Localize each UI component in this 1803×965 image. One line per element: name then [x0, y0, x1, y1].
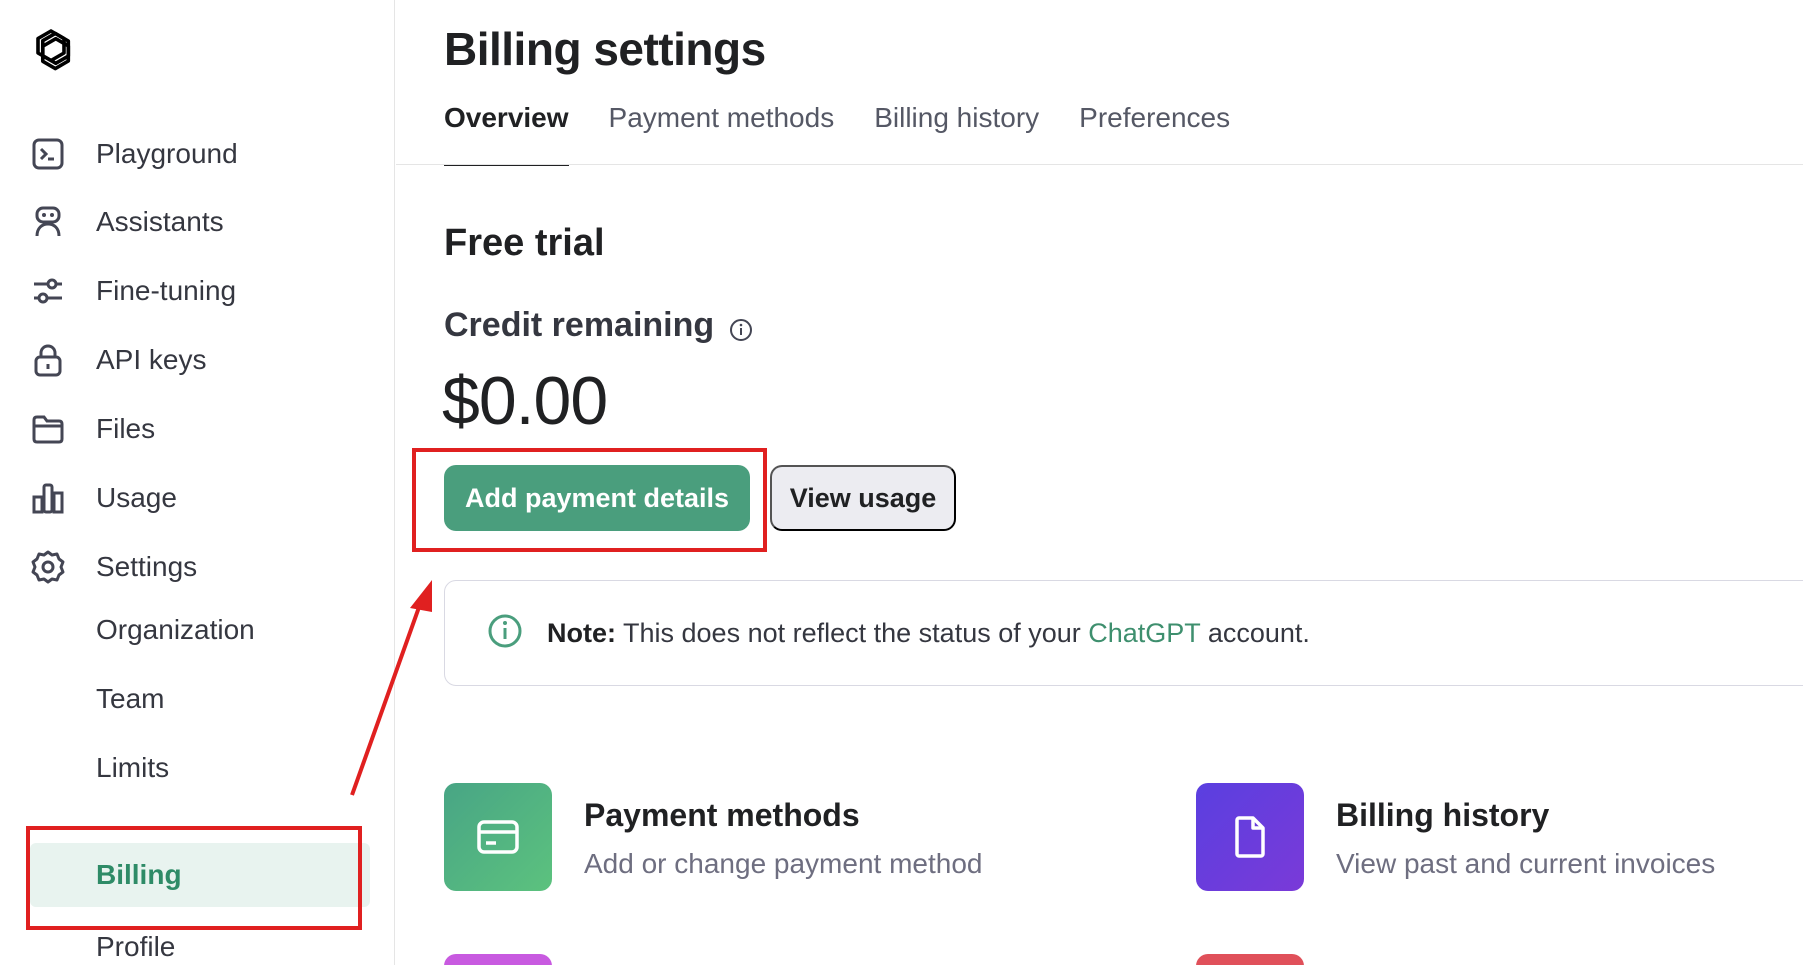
section-title: Free trial — [444, 222, 605, 264]
card-billing-history[interactable]: Billing history View past and current in… — [1196, 783, 1715, 891]
info-circle-icon — [487, 613, 523, 654]
terminal-icon — [30, 136, 66, 172]
sidebar-item-label: Usage — [96, 482, 177, 513]
sidebar-item-label: Settings — [96, 551, 198, 582]
bar-chart-icon — [30, 480, 66, 516]
sidebar: Playground Assistants Fine-tuning API ke… — [0, 0, 395, 965]
note-bold-label: Note: — [547, 617, 616, 648]
tab-preferences[interactable]: Preferences — [1079, 96, 1230, 166]
sidebar-item-label: Assistants — [96, 206, 224, 237]
sidebar-item-fine-tuning[interactable]: Fine-tuning — [30, 265, 370, 317]
note-banner: Note: This does not reflect the status o… — [444, 580, 1803, 686]
sidebar-item-label: API keys — [96, 344, 207, 375]
sidebar-item-files[interactable]: Files — [30, 403, 370, 455]
annotation-highlight-button — [412, 448, 767, 552]
sidebar-item-label: Playground — [96, 138, 238, 169]
card-text: Payment methods Add or change payment me… — [584, 797, 982, 880]
sidebar-item-label: Fine-tuning — [96, 275, 237, 306]
openai-logo-icon[interactable] — [25, 25, 77, 77]
note-text-after: account. — [1207, 617, 1310, 648]
sidebar-item-playground[interactable]: Playground — [30, 128, 370, 180]
sidebar-subitem-team[interactable]: Team — [30, 667, 370, 731]
card-title: Billing history — [1336, 797, 1550, 833]
view-usage-button[interactable]: View usage — [770, 465, 956, 531]
sidebar-subitem-label: Organization — [96, 614, 255, 645]
sidebar-subitem-organization[interactable]: Organization — [30, 598, 370, 662]
sidebar-item-settings[interactable]: Settings — [30, 541, 370, 593]
sidebar-subitem-label: Team — [96, 683, 165, 714]
card-description: Add or change payment method — [584, 848, 983, 879]
lock-icon — [30, 342, 66, 378]
page-title: Billing settings — [444, 23, 766, 75]
card-peek-purple[interactable] — [444, 954, 552, 965]
folder-icon — [30, 411, 66, 447]
credit-card-icon — [444, 783, 552, 891]
annotation-highlight-billing — [26, 826, 362, 930]
card-peek-red[interactable] — [1196, 954, 1304, 965]
document-icon — [1196, 783, 1304, 891]
chatgpt-link[interactable]: ChatGPT — [1088, 618, 1200, 648]
credit-value: $0.00 — [442, 363, 608, 439]
card-text: Billing history View past and current in… — [1336, 797, 1715, 880]
tab-billing-history[interactable]: Billing history — [874, 96, 1039, 166]
gear-icon — [30, 549, 66, 585]
tabs-divider — [396, 164, 1803, 165]
sliders-icon — [30, 273, 66, 309]
card-description: View past and current invoices — [1336, 848, 1716, 879]
note-text: Note: This does not reflect the status o… — [547, 618, 1310, 649]
info-icon[interactable] — [728, 313, 754, 341]
note-text-before: This does not reflect the status of your — [623, 617, 1081, 648]
tab-overview[interactable]: Overview — [444, 96, 569, 166]
card-title: Payment methods — [584, 797, 860, 833]
sidebar-item-assistants[interactable]: Assistants — [30, 196, 370, 248]
credit-label-text: Credit remaining — [444, 306, 715, 344]
robot-icon — [30, 204, 66, 240]
credit-label: Credit remaining — [444, 306, 754, 345]
sidebar-item-api-keys[interactable]: API keys — [30, 334, 370, 386]
sidebar-item-usage[interactable]: Usage — [30, 472, 370, 524]
sidebar-subitem-limits[interactable]: Limits — [30, 736, 370, 800]
tab-payment-methods[interactable]: Payment methods — [609, 96, 835, 166]
tab-bar: Overview Payment methods Billing history… — [444, 96, 1230, 166]
sidebar-item-label: Files — [96, 413, 156, 444]
card-payment-methods[interactable]: Payment methods Add or change payment me… — [444, 783, 982, 891]
sidebar-subitem-label: Limits — [96, 752, 170, 783]
sidebar-subitem-label: Profile — [96, 931, 176, 962]
